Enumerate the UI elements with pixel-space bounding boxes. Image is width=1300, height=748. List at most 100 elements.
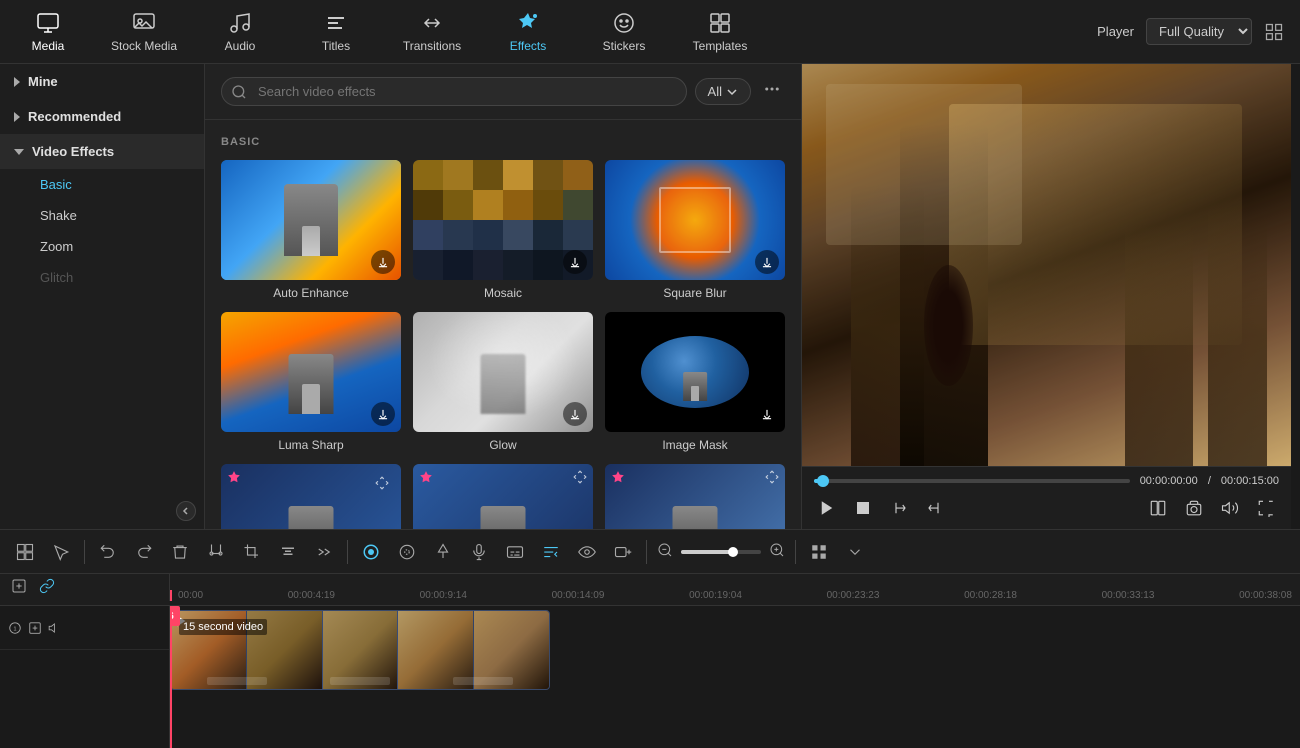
- play-button[interactable]: [814, 495, 840, 521]
- grid-button[interactable]: [390, 537, 424, 567]
- add-media-button[interactable]: [8, 575, 30, 600]
- search-input-wrap: [221, 77, 687, 106]
- effect-thumb-highlight3: [605, 464, 785, 529]
- undo-button[interactable]: [91, 537, 125, 567]
- download-badge-square-blur[interactable]: [755, 250, 779, 274]
- eye-button[interactable]: [570, 537, 604, 567]
- quality-select[interactable]: Full Quality Half Quality: [1146, 18, 1252, 45]
- download-badge-glow[interactable]: [563, 402, 587, 426]
- zoom-in-button[interactable]: [765, 538, 789, 565]
- auto-caption-button[interactable]: [534, 537, 568, 567]
- add-track-button[interactable]: [606, 537, 640, 567]
- snap-button[interactable]: [354, 537, 388, 567]
- arrows3-icon: [573, 470, 587, 484]
- top-navigation: Media Stock Media Audio Titles Transitio…: [0, 0, 1300, 64]
- marker-icon: [434, 543, 452, 561]
- select-tool-button[interactable]: [44, 537, 78, 567]
- marker-button[interactable]: [426, 537, 460, 567]
- download-badge-auto-enhance[interactable]: [371, 250, 395, 274]
- nav-item-media[interactable]: Media: [0, 0, 96, 64]
- mark-in-button[interactable]: [886, 495, 912, 521]
- volume-button[interactable]: [1217, 495, 1243, 521]
- download-icon: [568, 255, 582, 269]
- nav-item-effects[interactable]: Effects: [480, 0, 576, 64]
- more-options-button[interactable]: [759, 76, 785, 107]
- delete-button[interactable]: [163, 537, 197, 567]
- sidebar-item-video-effects[interactable]: Video Effects: [0, 134, 204, 169]
- effect-item-square-blur[interactable]: Square Blur: [605, 160, 785, 300]
- grid-view-button[interactable]: [802, 537, 836, 567]
- video-clip[interactable]: 15 second video: [170, 610, 550, 690]
- progress-track[interactable]: [814, 479, 1130, 483]
- sidebar-sub-zoom[interactable]: Zoom: [0, 231, 204, 262]
- snap-icon: [362, 543, 380, 561]
- stop-button[interactable]: [850, 495, 876, 521]
- zoom-in-icon: [769, 542, 785, 558]
- text-button[interactable]: [271, 537, 305, 567]
- sidebar-collapse-button[interactable]: [176, 501, 196, 521]
- download-badge-luma-sharp[interactable]: [371, 402, 395, 426]
- mic-icon: [470, 543, 488, 561]
- layout-panel-button[interactable]: [8, 537, 42, 567]
- download-icon: [568, 407, 582, 421]
- effect-item-glow[interactable]: Glow: [413, 312, 593, 452]
- effect-item-image-mask[interactable]: Image Mask: [605, 312, 785, 452]
- timeline-tracks-right: 6 15 second video: [170, 606, 1300, 748]
- fullscreen-button[interactable]: [1253, 495, 1279, 521]
- sidebar-sub-basic[interactable]: Basic: [0, 169, 204, 200]
- effect-item-auto-enhance[interactable]: Auto Enhance: [221, 160, 401, 300]
- redo-button[interactable]: [127, 537, 161, 567]
- effect-item-highlight1[interactable]: Hi-Light...: [221, 464, 401, 529]
- zoom-track[interactable]: [681, 550, 761, 554]
- snapshot-button[interactable]: [1181, 495, 1207, 521]
- nav-item-transitions[interactable]: Transitions: [384, 0, 480, 64]
- search-input[interactable]: [221, 77, 687, 106]
- mark-out-button[interactable]: [922, 495, 948, 521]
- download-badge-image-mask[interactable]: [755, 402, 779, 426]
- crop-button[interactable]: [235, 537, 269, 567]
- camera-icon: [1185, 499, 1203, 517]
- layout-icon: [1149, 499, 1167, 517]
- layout-button[interactable]: [1145, 495, 1171, 521]
- track-number-icon: 1: [8, 621, 22, 635]
- more-button[interactable]: [838, 537, 872, 567]
- track-volume-icon: [48, 621, 62, 635]
- captions-button[interactable]: [498, 537, 532, 567]
- filter-dropdown[interactable]: All: [695, 78, 751, 105]
- sidebar-item-mine[interactable]: Mine: [0, 64, 204, 99]
- tick-6: 00:00:28:18: [964, 590, 1017, 601]
- maximize-icon[interactable]: [1264, 22, 1284, 42]
- captions-icon: [506, 543, 524, 561]
- zoom-out-button[interactable]: [653, 538, 677, 565]
- effect-item-highlight2[interactable]: Hi-Light...: [413, 464, 593, 529]
- effects-sidebar: Mine Recommended Video Effects Basic Sha…: [0, 64, 205, 529]
- nav-item-stock-media[interactable]: Stock Media: [96, 0, 192, 64]
- eye-icon: [578, 543, 596, 561]
- bottom-toolbar: [0, 529, 1300, 573]
- nav-item-audio[interactable]: Audio: [192, 0, 288, 64]
- nav-item-stickers[interactable]: Stickers: [576, 0, 672, 64]
- voiceover-button[interactable]: [462, 537, 496, 567]
- sidebar-item-recommended[interactable]: Recommended: [0, 99, 204, 134]
- cut-button[interactable]: [199, 537, 233, 567]
- effect-thumb-highlight2: [413, 464, 593, 529]
- link-button[interactable]: [36, 575, 58, 600]
- nav-item-templates[interactable]: Templates: [672, 0, 768, 64]
- tick-5: 00:00:23:23: [827, 590, 880, 601]
- sidebar-sub-shake[interactable]: Shake: [0, 200, 204, 231]
- tick-2: 00:00:9:14: [420, 590, 467, 601]
- grid-icon: [398, 543, 416, 561]
- filter-chevron-icon: [726, 86, 738, 98]
- download-badge-mosaic[interactable]: [563, 250, 587, 274]
- tick-8: 00:00:38:08: [1239, 590, 1292, 601]
- effect-item-highlight3[interactable]: Natu...: [605, 464, 785, 529]
- sidebar-sub-glitch[interactable]: Glitch: [0, 262, 204, 293]
- effect-item-luma-sharp[interactable]: Luma Sharp: [221, 312, 401, 452]
- timeline-ruler: 00:00 00:00:4:19 00:00:9:14 00:00:14:09 …: [0, 574, 1300, 606]
- timeline-left-controls: [0, 574, 170, 601]
- panel-layout-icon: [16, 543, 34, 561]
- more-tools-button[interactable]: [307, 537, 341, 567]
- video-effects-arrow-icon: [14, 149, 24, 155]
- nav-item-titles[interactable]: Titles: [288, 0, 384, 64]
- effect-item-mosaic[interactable]: Mosaic: [413, 160, 593, 300]
